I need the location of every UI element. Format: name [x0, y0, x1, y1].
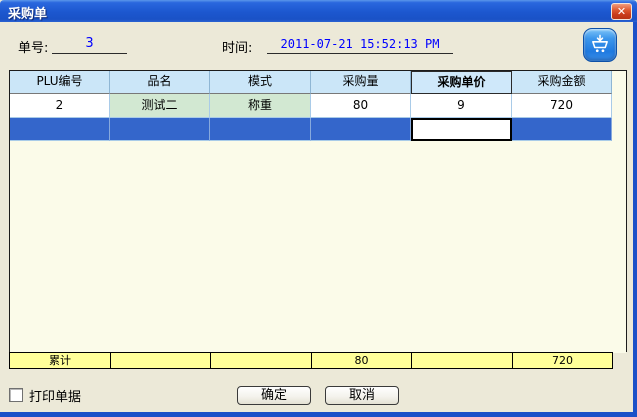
- column-header-price-selected[interactable]: 采购单价: [411, 71, 512, 94]
- order-no-label: 单号:: [18, 37, 48, 56]
- row-gutter: [612, 94, 626, 118]
- close-icon: ✕: [617, 5, 626, 18]
- totals-label: 累计: [9, 352, 111, 369]
- cell-mode-empty[interactable]: [210, 118, 311, 141]
- table-header-row: PLU编号 品名 模式 采购量 采购单价 采购金额: [10, 71, 626, 94]
- time-value: 2011-07-21 15:52:13 PM: [267, 36, 453, 54]
- cell-plu-empty[interactable]: [10, 118, 110, 141]
- cancel-button[interactable]: 取消: [325, 386, 399, 405]
- cell-mode[interactable]: 称重: [210, 94, 311, 118]
- print-receipt-checkbox[interactable]: [9, 388, 23, 402]
- cart-button[interactable]: [583, 28, 617, 62]
- grid-empty-area: [10, 141, 626, 353]
- cell-amount[interactable]: 720: [512, 94, 612, 118]
- cell-price-editing[interactable]: [411, 118, 512, 141]
- window-border-bottom: [0, 412, 637, 417]
- totals-qty: 80: [311, 352, 412, 369]
- title-bar[interactable]: 采购单 ✕: [0, 0, 637, 22]
- totals-row: 累计 80 720: [9, 352, 613, 369]
- purchase-order-dialog: 采购单 ✕ 单号: 3 时间: 2011-07-21 15:52:13 PM P…: [0, 0, 637, 417]
- time-label: 时间:: [222, 37, 252, 56]
- cell-price[interactable]: 9: [411, 94, 512, 118]
- order-no-value: 3: [52, 36, 127, 54]
- cell-amount-empty[interactable]: [512, 118, 612, 141]
- cell-qty-empty[interactable]: [311, 118, 411, 141]
- column-header-plu[interactable]: PLU编号: [10, 71, 110, 94]
- window-border-right: [633, 22, 637, 417]
- row-gutter: [612, 118, 626, 141]
- shopping-cart-icon: [589, 34, 611, 56]
- table-row[interactable]: 2 测试二 称重 80 9 720: [10, 94, 626, 118]
- totals-price: [411, 352, 513, 369]
- column-header-mode[interactable]: 模式: [210, 71, 311, 94]
- cell-plu[interactable]: 2: [10, 94, 110, 118]
- purchase-table: PLU编号 品名 模式 采购量 采购单价 采购金额 2 测试二 称重 80 9 …: [9, 70, 627, 352]
- column-header-name[interactable]: 品名: [110, 71, 210, 94]
- cell-name[interactable]: 测试二: [110, 94, 210, 118]
- close-button[interactable]: ✕: [611, 3, 632, 20]
- print-receipt-label: 打印单据: [29, 386, 81, 405]
- totals-name: [110, 352, 211, 369]
- column-header-qty[interactable]: 采购量: [311, 71, 411, 94]
- column-header-amount[interactable]: 采购金额: [512, 71, 612, 94]
- table-row-selected[interactable]: [10, 118, 626, 141]
- price-edit-input[interactable]: [411, 118, 512, 141]
- totals-amount: 720: [512, 352, 613, 369]
- cell-name-empty[interactable]: [110, 118, 210, 141]
- totals-mode: [210, 352, 312, 369]
- ok-button[interactable]: 确定: [237, 386, 311, 405]
- cell-qty[interactable]: 80: [311, 94, 411, 118]
- header-gutter: [612, 71, 626, 94]
- window-title: 采购单: [8, 3, 47, 22]
